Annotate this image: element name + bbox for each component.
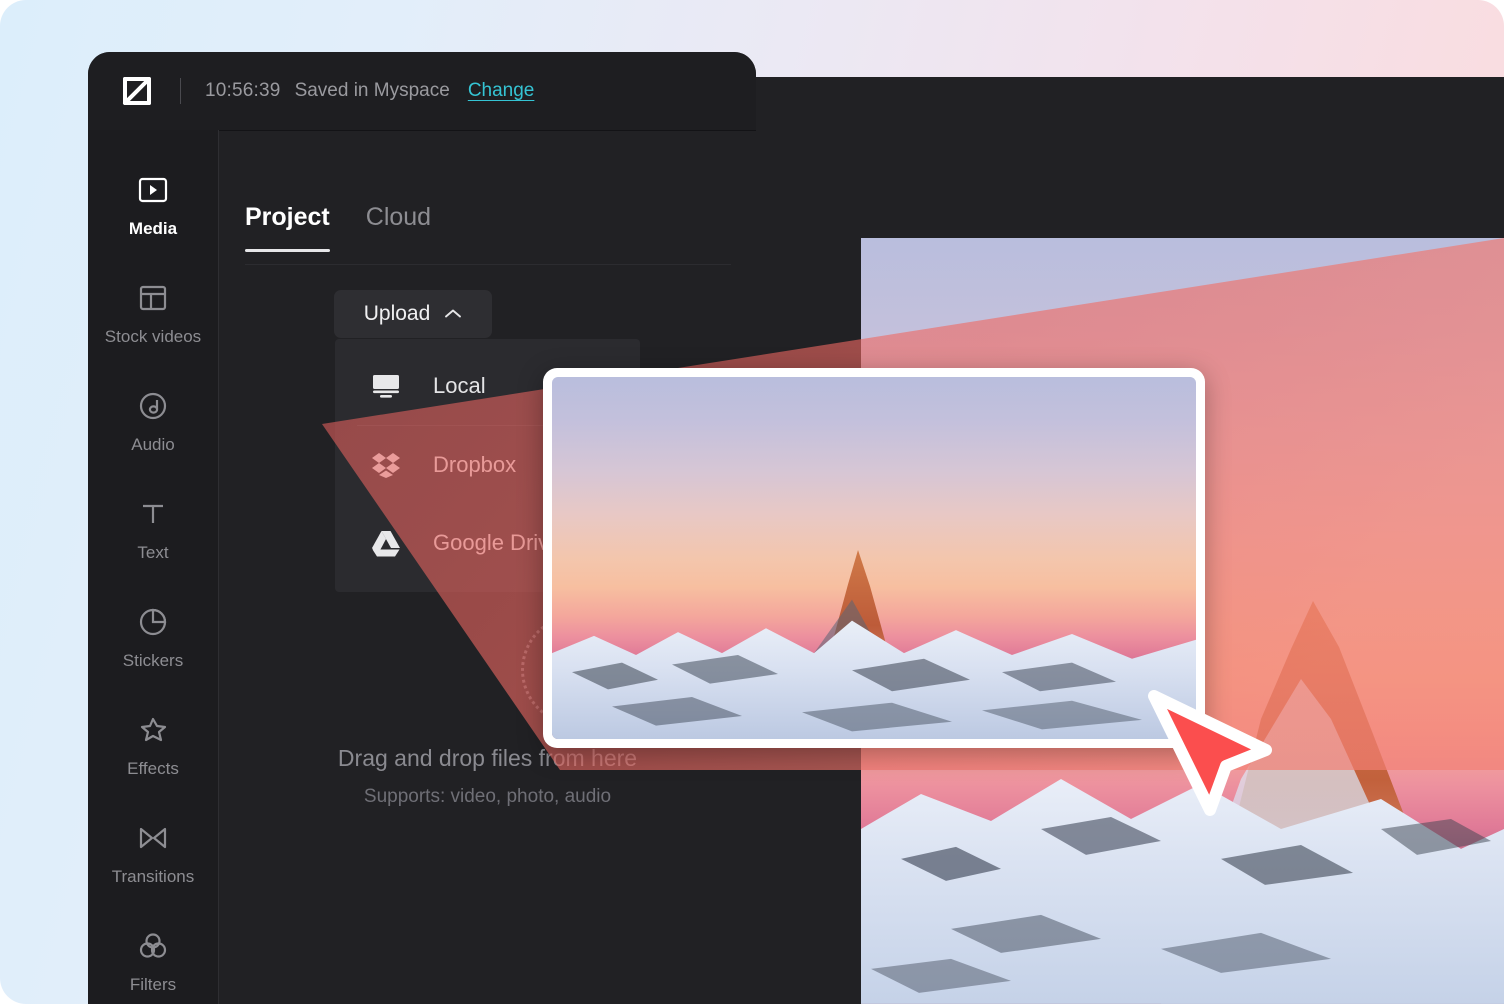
tool-sidebar: Media Stock videos Audio Text Stickers E… (88, 130, 218, 1004)
chevron-up-icon (444, 307, 462, 322)
audio-icon (138, 389, 168, 423)
titlebar-divider (180, 78, 181, 104)
drag-preview-image (552, 377, 1196, 739)
upload-button[interactable]: Upload (334, 290, 492, 338)
sidebar-item-label: Stock videos (104, 327, 202, 346)
mountain-ridge (552, 529, 1196, 739)
upload-button-label: Upload (363, 302, 431, 325)
project-time: 10:56:39 (205, 80, 281, 101)
dropzone-primary-text: Drag and drop files from here (337, 745, 638, 771)
media-icon (138, 173, 168, 207)
google-drive-icon (371, 528, 401, 558)
stickers-icon (138, 605, 168, 639)
upload-menu-item-label: Local (433, 373, 486, 398)
transitions-icon (137, 821, 169, 855)
upload-menu-item-label: Dropbox (433, 452, 517, 477)
sidebar-item-label: Stickers (122, 651, 184, 670)
sidebar-item-stickers[interactable]: Stickers (88, 584, 218, 692)
tab-cloud[interactable]: Cloud (366, 203, 431, 252)
dropbox-icon (371, 450, 401, 480)
tab-label: Project (245, 203, 330, 231)
sidebar-item-label: Media (128, 219, 178, 238)
media-tabs: Project Cloud (245, 203, 431, 252)
sidebar-item-filters[interactable]: Filters (88, 908, 218, 1004)
sidebar-item-transitions[interactable]: Transitions (88, 800, 218, 908)
dropzone-secondary-text: Supports: video, photo, audio (363, 786, 612, 807)
sidebar-item-audio[interactable]: Audio (88, 368, 218, 476)
sidebar-item-media[interactable]: Media (88, 152, 218, 260)
screenshot-root: Player (0, 0, 1504, 1004)
effects-icon (138, 713, 168, 747)
sidebar-item-text[interactable]: Text (88, 476, 218, 584)
tab-project[interactable]: Project (245, 203, 330, 252)
filters-icon (138, 929, 168, 963)
sidebar-item-label: Effects (127, 759, 179, 778)
drag-preview-thumbnail (552, 377, 1196, 739)
titlebar: 10:56:39 Saved in Myspace Change (88, 52, 756, 130)
sidebar-item-label: Transitions (111, 867, 195, 886)
saved-location-label: Saved in Myspace (294, 80, 450, 101)
stock-videos-icon (138, 281, 168, 315)
drag-preview-card[interactable] (543, 368, 1205, 748)
sidebar-item-label: Text (137, 543, 169, 562)
monitor-icon (371, 371, 401, 401)
capcut-logo-icon[interactable] (116, 70, 158, 112)
sidebar-item-label: Filters (129, 975, 177, 994)
tabs-bottom-rule (245, 264, 731, 265)
text-icon (138, 497, 168, 531)
sidebar-item-label: Audio (131, 435, 175, 454)
sidebar-item-stock-videos[interactable]: Stock videos (88, 260, 218, 368)
sidebar-item-effects[interactable]: Effects (88, 692, 218, 800)
tab-label: Cloud (365, 203, 432, 231)
change-location-link[interactable]: Change (468, 80, 535, 102)
